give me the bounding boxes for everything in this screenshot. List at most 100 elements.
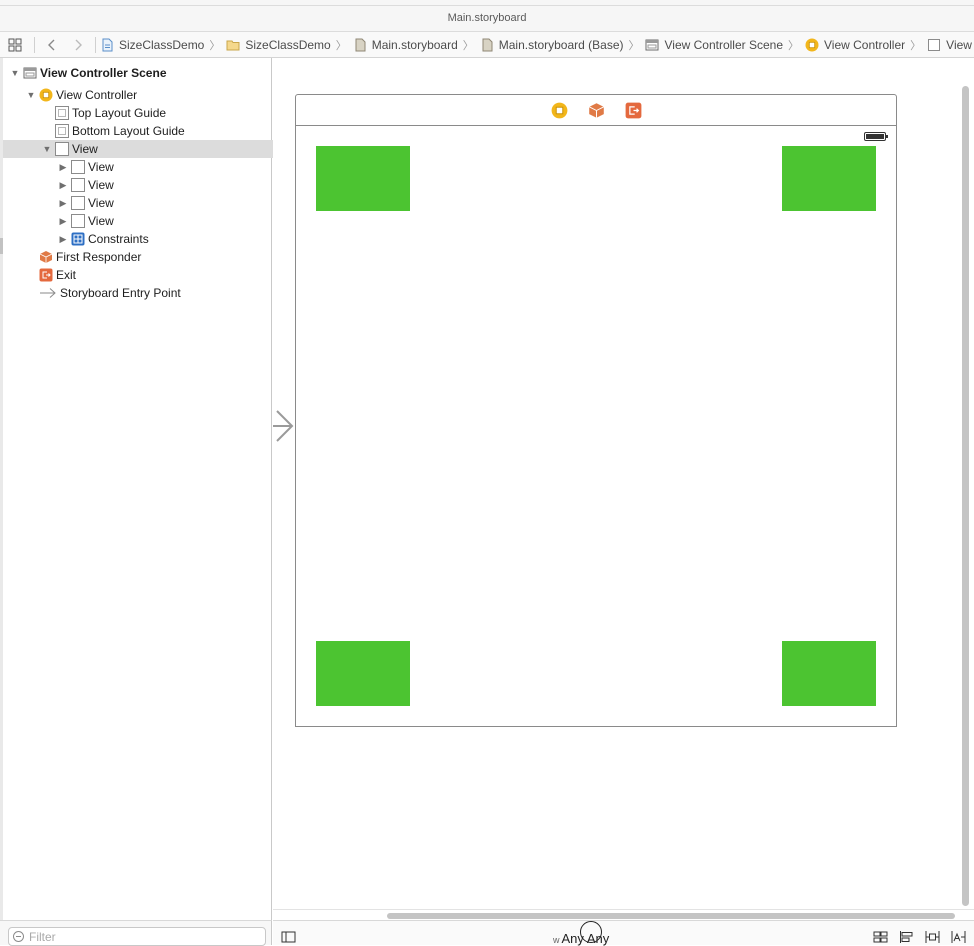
outline-item-label: First Responder — [56, 250, 142, 264]
battery-nub — [886, 135, 888, 138]
green-subview-bottom-right[interactable] — [782, 641, 876, 706]
storyboard-canvas[interactable] — [273, 58, 974, 920]
outline-item-label: Constraints — [88, 232, 149, 246]
outline-item-label: View — [88, 160, 114, 174]
pin-icon[interactable] — [925, 931, 940, 943]
disclosure-triangle-closed-icon[interactable]: ▶ — [57, 162, 69, 173]
outline-item-view-selected[interactable]: ▼ View — [3, 140, 309, 158]
view-controller-icon[interactable] — [551, 102, 568, 119]
vertical-scrollbar[interactable] — [961, 86, 970, 906]
scene-icon — [645, 39, 659, 50]
outline-item-storyboard-entry-point[interactable]: Storyboard Entry Point — [3, 284, 305, 302]
outline-item-view-controller-scene[interactable]: ▼ View Controller Scene — [3, 64, 277, 82]
breadcrumb-label: Main.storyboard (Base) — [498, 37, 624, 52]
canvas-bottom-bar: w Any Any — [273, 920, 974, 946]
first-responder-icon — [39, 251, 53, 263]
breadcrumb-folder[interactable]: SizeClassDemo 〉 — [226, 37, 350, 53]
outline-item-exit[interactable]: Exit — [3, 266, 305, 284]
outline-item-label: View — [72, 142, 98, 156]
outline-item-label: Top Layout Guide — [72, 106, 167, 120]
green-subview-top-right[interactable] — [782, 146, 876, 211]
horizontal-scrollbar[interactable] — [273, 909, 974, 920]
chevron-right-icon: 〉 — [788, 39, 799, 52]
view-icon — [71, 160, 85, 174]
green-subview-bottom-left[interactable] — [316, 641, 410, 706]
jump-bar-divider — [95, 36, 96, 53]
resolve-issues-icon[interactable] — [951, 931, 966, 943]
outline-item-label: View — [88, 214, 114, 228]
filter-input[interactable]: Filter — [8, 927, 266, 946]
view-icon — [71, 196, 85, 210]
align-icon[interactable] — [899, 931, 914, 943]
related-items-button[interactable] — [0, 33, 30, 57]
disclosure-triangle-open-icon[interactable]: ▼ — [9, 68, 21, 78]
breadcrumb-label: View Controller Scene — [664, 37, 783, 52]
filter-icon — [13, 931, 24, 942]
back-button[interactable] — [39, 33, 65, 57]
window-title: Main.storyboard — [447, 12, 527, 24]
outline-item-label: Bottom Layout Guide — [72, 124, 185, 138]
breadcrumb-label: View Controller — [824, 37, 906, 52]
project-icon — [102, 38, 113, 51]
green-subview-top-left[interactable] — [316, 146, 410, 211]
breadcrumb-view[interactable]: View — [927, 38, 972, 52]
chevron-right-icon: 〉 — [910, 39, 922, 52]
outline-item-view-controller[interactable]: ▼ View Controller — [3, 86, 293, 104]
chevron-right-icon — [75, 39, 82, 50]
battery-fill — [866, 134, 884, 139]
breadcrumb-project[interactable]: SizeClassDemo 〉 — [100, 37, 224, 53]
mouse-cursor-indicator — [580, 921, 602, 943]
title-bar-divider — [0, 5, 974, 6]
layout-guide-icon — [55, 106, 69, 120]
storyboard-entry-arrow-icon[interactable] — [273, 408, 295, 444]
outline-item-label: View — [88, 178, 114, 192]
view-icon — [928, 38, 941, 51]
breadcrumb-label: SizeClassDemo — [119, 37, 205, 52]
view-icon — [71, 178, 85, 192]
filter-placeholder: Filter — [29, 929, 56, 944]
disclosure-triangle-closed-icon[interactable]: ▶ — [57, 198, 69, 209]
layout-guide-icon — [55, 124, 69, 138]
exit-icon[interactable] — [625, 102, 642, 119]
exit-icon — [39, 268, 53, 282]
outline-item-label: View Controller Scene — [40, 66, 167, 80]
outline-item-label: Storyboard Entry Point — [60, 286, 181, 300]
scene-icon — [23, 67, 37, 79]
battery-icon — [864, 132, 888, 141]
chevron-right-icon: 〉 — [462, 39, 474, 52]
disclosure-triangle-closed-icon[interactable]: ▶ — [57, 180, 69, 191]
view-icon — [55, 142, 69, 156]
vertical-scroll-thumb[interactable] — [962, 86, 969, 906]
disclosure-triangle-closed-icon[interactable]: ▶ — [57, 234, 69, 245]
stack-icon[interactable] — [873, 931, 888, 943]
outline-item-label: View — [88, 196, 114, 210]
breadcrumb-view-controller[interactable]: View Controller 〉 — [805, 37, 925, 53]
disclosure-triangle-open-icon[interactable]: ▼ — [25, 90, 37, 100]
view-icon — [71, 214, 85, 228]
title-bar: Main.storyboard — [0, 0, 974, 32]
breadcrumb-storyboard[interactable]: Main.storyboard 〉 — [353, 37, 478, 53]
outline-item-label: Exit — [56, 268, 77, 282]
disclosure-triangle-closed-icon[interactable]: ▶ — [57, 216, 69, 227]
grid-icon — [8, 38, 22, 51]
scene-dock — [296, 95, 896, 126]
toggle-outline-icon[interactable] — [281, 931, 296, 943]
outline-item-first-responder[interactable]: First Responder — [3, 248, 305, 266]
breadcrumb-label: View — [946, 37, 972, 52]
view-controller-icon — [39, 88, 53, 102]
storyboard-file-icon — [482, 38, 493, 51]
chevron-left-icon — [48, 39, 55, 50]
chevron-right-icon: 〉 — [209, 39, 221, 52]
view-controller-icon — [805, 38, 819, 51]
first-responder-icon[interactable] — [588, 102, 605, 119]
chevron-right-icon: 〉 — [335, 39, 347, 52]
constraints-icon — [71, 232, 85, 246]
breadcrumb-storyboard-base[interactable]: Main.storyboard (Base) 〉 — [480, 37, 644, 53]
breadcrumb-label: Main.storyboard — [371, 37, 458, 52]
disclosure-triangle-open-icon[interactable]: ▼ — [41, 144, 53, 154]
forward-button[interactable] — [65, 33, 91, 57]
jump-bar: SizeClassDemo 〉 SizeClassDemo 〉 Main.sto… — [0, 32, 974, 58]
breadcrumb-scene[interactable]: View Controller Scene 〉 — [645, 37, 803, 53]
horizontal-scroll-thumb[interactable] — [387, 913, 955, 919]
view-controller-scene[interactable] — [295, 94, 897, 727]
